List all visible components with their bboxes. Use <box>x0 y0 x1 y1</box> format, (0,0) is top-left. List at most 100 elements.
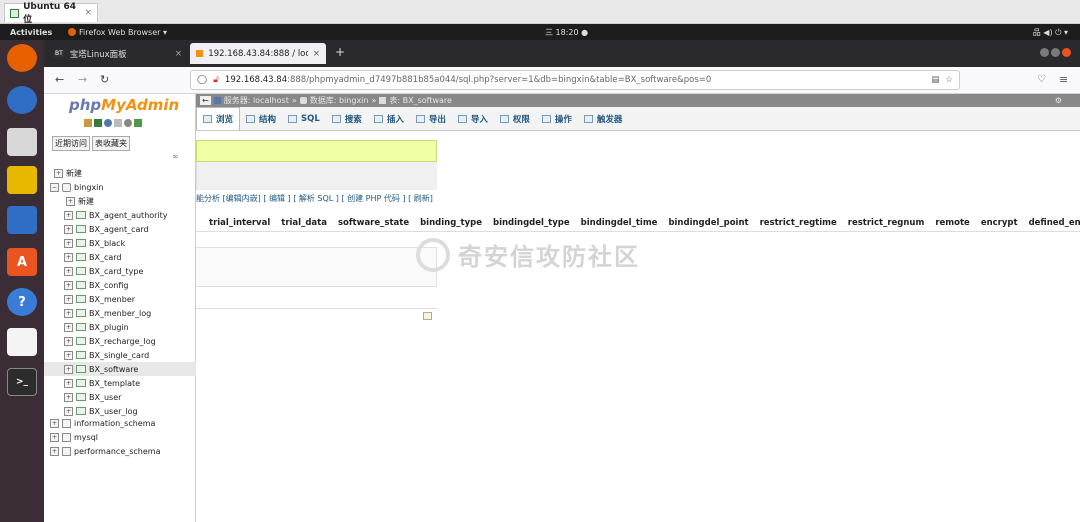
rhythmbox-icon[interactable] <box>7 166 37 194</box>
expand-icon[interactable]: + <box>64 224 73 234</box>
tree-table-item[interactable]: + BX_plugin <box>44 320 196 334</box>
maximize-icon[interactable] <box>1051 48 1060 57</box>
tree-table-item[interactable]: + BX_menber <box>44 292 196 306</box>
firefox-icon[interactable] <box>7 44 37 72</box>
column-header[interactable]: trial_interval <box>209 218 270 228</box>
help-icon[interactable]: ? <box>7 288 37 316</box>
bookmark-star-icon[interactable]: ☆ <box>945 75 953 85</box>
close-window-icon[interactable] <box>1062 48 1071 57</box>
tree-table-item[interactable]: + BX_agent_card <box>44 222 196 236</box>
tree-table-item[interactable]: + BX_menber_log <box>44 306 196 320</box>
shield-icon[interactable]: ◯ <box>197 75 207 85</box>
logout-icon[interactable] <box>94 119 102 127</box>
expand-icon[interactable]: + <box>64 322 73 332</box>
reader-view-icon[interactable]: ▤ <box>931 75 939 85</box>
system-status-menu[interactable]: 品 ◀) ⏻ ▾ <box>1033 27 1068 38</box>
table-icon[interactable] <box>76 365 86 373</box>
tree-db-mysql[interactable]: + mysql <box>44 430 196 444</box>
reload-nav-icon[interactable] <box>134 119 142 127</box>
breadcrumb-server[interactable]: 服务器: localhost <box>224 95 289 106</box>
new-tab-button[interactable]: + <box>335 45 345 59</box>
column-header[interactable]: trial_data <box>281 218 327 228</box>
collapse-nav-icon[interactable]: ← <box>200 96 211 105</box>
tab-close-icon[interactable]: × <box>175 49 182 59</box>
reload-icon[interactable]: ↻ <box>100 73 109 86</box>
expand-icon[interactable]: + <box>64 266 73 276</box>
tab-import[interactable]: 导入 <box>452 107 494 130</box>
expand-icon[interactable]: + <box>64 364 73 374</box>
tab-browse[interactable]: 浏览 <box>196 107 241 130</box>
tree-db-performance-schema[interactable]: + performance_schema <box>44 444 196 458</box>
activities-button[interactable]: Activities <box>10 28 52 37</box>
column-header[interactable]: restrict_regnum <box>848 218 925 228</box>
tree-table-item[interactable]: + BX_recharge_log <box>44 334 196 348</box>
terminal-icon[interactable]: >_ <box>7 368 37 396</box>
expand-icon[interactable]: + <box>64 308 73 318</box>
column-header[interactable]: software_state <box>338 218 409 228</box>
tree-db-bingxin[interactable]: − bingxin <box>44 180 196 194</box>
table-icon[interactable] <box>76 211 86 219</box>
table-icon[interactable] <box>76 281 86 289</box>
sql-action-links[interactable]: 能分析 [编辑内嵌] [ 编辑 ] [ 解析 SQL ] [ 创建 PHP 代码… <box>196 193 433 204</box>
table-icon[interactable] <box>76 351 86 359</box>
docs-icon[interactable] <box>114 119 122 127</box>
url-bar[interactable]: ◯ 🔓︎ 192.168.43.84:888/phpmyadmin_d7497b… <box>190 70 960 90</box>
writer-icon[interactable] <box>7 206 37 234</box>
help-doc-icon[interactable] <box>104 119 112 127</box>
tab-sql[interactable]: SQL <box>282 107 326 130</box>
crumb-settings-icon[interactable]: ⚙ <box>1055 96 1062 105</box>
tree-table-item[interactable]: + BX_template <box>44 376 196 390</box>
tree-table-item[interactable]: + BX_card_type <box>44 264 196 278</box>
recent-tables-button[interactable]: 近期访问 <box>52 136 90 151</box>
browser-tab-phpmyadmin[interactable]: 192.168.43.84:888 / local × <box>190 43 326 64</box>
link-chain-icon[interactable]: ∞ <box>172 152 179 161</box>
tree-new-database[interactable]: + 新建 <box>44 166 196 180</box>
expand-icon[interactable]: + <box>64 378 73 388</box>
column-header[interactable]: restrict_regtime <box>760 218 837 228</box>
column-header[interactable]: encrypt <box>981 218 1018 228</box>
table-icon[interactable] <box>76 309 86 317</box>
expand-icon[interactable]: + <box>64 210 73 220</box>
expand-icon[interactable]: + <box>64 280 73 290</box>
table-icon[interactable] <box>76 225 86 233</box>
breadcrumb-table[interactable]: 表: BX_software <box>389 95 452 106</box>
expand-icon[interactable]: + <box>64 252 73 262</box>
expand-icon[interactable]: + <box>64 406 73 416</box>
expand-icon[interactable]: + <box>50 432 59 442</box>
back-icon[interactable]: ← <box>55 73 64 86</box>
tab-search[interactable]: 搜索 <box>326 107 368 130</box>
expand-icon[interactable]: + <box>64 392 73 402</box>
clock[interactable]: 三 18:20 ● <box>545 27 588 38</box>
console-toggle-icon[interactable] <box>423 312 432 320</box>
vm-tab[interactable]: Ubuntu 64 位 × <box>4 2 98 25</box>
files-icon[interactable] <box>7 128 37 156</box>
tree-table-item[interactable]: + BX_config <box>44 278 196 292</box>
column-header[interactable]: bindingdel_type <box>493 218 570 228</box>
home-icon[interactable] <box>84 119 92 127</box>
pma-logo[interactable]: phpMyAdmin <box>69 96 179 114</box>
expand-icon[interactable]: + <box>64 294 73 304</box>
column-header[interactable]: bindingdel_time <box>581 218 658 228</box>
table-icon[interactable] <box>76 253 86 261</box>
tree-db-information-schema[interactable]: + information_schema <box>44 416 196 430</box>
tab-insert[interactable]: 插入 <box>368 107 410 130</box>
favorite-tables-button[interactable]: 表收藏夹 <box>92 136 130 151</box>
table-icon[interactable] <box>76 323 86 331</box>
column-header[interactable]: defined_encrypt <box>1029 218 1080 228</box>
column-header[interactable]: bindingdel_point <box>668 218 748 228</box>
tree-table-item[interactable]: + BX_user <box>44 390 196 404</box>
tab-privileges[interactable]: 权限 <box>494 107 536 130</box>
app-menu[interactable]: Firefox Web Browser ▾ <box>68 28 167 37</box>
table-icon[interactable] <box>76 393 86 401</box>
expand-icon[interactable]: + <box>64 336 73 346</box>
expand-icon[interactable]: + <box>64 238 73 248</box>
settings-icon[interactable] <box>124 119 132 127</box>
table-icon[interactable] <box>76 337 86 345</box>
tab-export[interactable]: 导出 <box>410 107 452 130</box>
tab-structure[interactable]: 结构 <box>240 107 282 130</box>
column-header[interactable]: binding_type <box>420 218 482 228</box>
table-icon[interactable] <box>76 407 86 415</box>
insecure-lock-icon[interactable]: 🔓︎ <box>213 75 219 85</box>
tab-operations[interactable]: 操作 <box>536 107 578 130</box>
breadcrumb-database[interactable]: 数据库: bingxin <box>310 95 369 106</box>
